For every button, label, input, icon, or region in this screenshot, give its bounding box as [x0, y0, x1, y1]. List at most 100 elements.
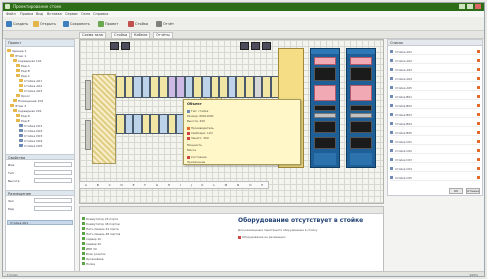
cabinet[interactable]	[193, 76, 202, 98]
rack-icon	[390, 59, 393, 62]
tab-hall-layout[interactable]: Схема зала	[79, 32, 106, 38]
tab-racks[interactable]: Стойки	[111, 32, 131, 38]
folder-icon	[7, 49, 11, 52]
cabinet[interactable]	[167, 114, 177, 134]
rack-front-view-1[interactable]	[310, 48, 340, 168]
tab-reports[interactable]: Отчёты	[153, 32, 173, 38]
rack-unit[interactable]	[350, 121, 372, 133]
cabinet[interactable]	[124, 114, 134, 134]
type-field[interactable]	[34, 170, 72, 175]
rack-list-item[interactable]: Стойка B05	[390, 130, 480, 136]
cancel-button[interactable]: Отмена	[466, 188, 480, 194]
height-field[interactable]	[34, 178, 72, 183]
cabinet[interactable]	[227, 76, 237, 98]
rack-unit[interactable]	[314, 67, 336, 81]
cabinet[interactable]	[141, 114, 151, 134]
cabinet[interactable]	[150, 76, 159, 98]
rack-list-item[interactable]: Стойка C05	[390, 175, 480, 181]
cabinet[interactable]	[133, 114, 142, 134]
rack-list-item[interactable]: Стойка C04	[390, 166, 480, 172]
menu-item-file[interactable]: Файл	[6, 12, 16, 16]
cabinet[interactable]	[150, 114, 159, 134]
row-field[interactable]	[34, 206, 72, 211]
rack-list-item[interactable]: Стойка C01	[390, 139, 480, 145]
error-icon	[187, 131, 190, 135]
cabinet[interactable]	[133, 76, 142, 98]
menu-item-help[interactable]: Справка	[93, 12, 108, 16]
ok-button[interactable]: OK	[449, 188, 463, 194]
cabinet[interactable]	[167, 76, 177, 98]
report-button[interactable]: Отчёт	[156, 19, 174, 28]
rack-list-item[interactable]: Стойка B04	[390, 121, 480, 127]
rack-unit[interactable]	[350, 137, 372, 149]
open-button[interactable]: Открыть	[33, 19, 56, 28]
menu-item-edit[interactable]: Правка	[20, 12, 33, 16]
name-field[interactable]	[34, 162, 72, 167]
menu-item-insert[interactable]: Вставка	[47, 12, 62, 16]
list-item[interactable]: Полка	[82, 261, 95, 266]
wall-element[interactable]	[85, 80, 91, 110]
wall-element[interactable]	[85, 120, 91, 150]
rack-unit[interactable]	[314, 113, 336, 118]
cabinet[interactable]	[262, 76, 271, 98]
cabinet[interactable]	[253, 76, 263, 98]
rack-list-item[interactable]: Стойка B01	[390, 94, 480, 100]
rack-row-a[interactable]	[116, 76, 288, 98]
rack-list-item[interactable]: Стойка C03	[390, 157, 480, 163]
cabinet[interactable]	[210, 76, 220, 98]
tree-item[interactable]: Стойка D05	[19, 143, 42, 148]
close-button[interactable]	[475, 4, 481, 9]
rack-unit[interactable]	[314, 153, 336, 165]
cabinet[interactable]	[201, 76, 211, 98]
cabinet[interactable]	[158, 76, 168, 98]
cabinet[interactable]	[176, 76, 185, 98]
rack-list-item[interactable]: Стойка A05	[390, 85, 480, 91]
restricted-zone[interactable]	[92, 74, 116, 164]
project-button[interactable]: Проект	[98, 19, 118, 28]
cabinet[interactable]	[116, 76, 125, 98]
cabinet[interactable]	[236, 76, 245, 98]
rack-unit[interactable]	[350, 57, 372, 65]
menu-item-window[interactable]: Окно	[81, 12, 90, 16]
cabinet[interactable]	[141, 76, 151, 98]
rack-unit[interactable]	[350, 67, 372, 81]
rack-front-view-2[interactable]	[346, 48, 376, 168]
cabinet[interactable]	[124, 76, 134, 98]
rack-unit[interactable]	[314, 85, 336, 101]
cabinet[interactable]	[158, 114, 168, 134]
cabinet[interactable]	[116, 114, 125, 134]
selected-object[interactable]: Стойка A01	[7, 220, 73, 225]
rack-button[interactable]: Стойка	[128, 19, 148, 28]
rack-unit[interactable]	[314, 137, 336, 149]
cabinet[interactable]	[184, 76, 194, 98]
rack-list-item[interactable]: Стойка C02	[390, 148, 480, 154]
cabinet[interactable]	[244, 76, 254, 98]
rack-list-item[interactable]: Стойка B03	[390, 112, 480, 118]
rack-list-item[interactable]: Стойка A02	[390, 58, 480, 64]
tab-cables[interactable]: Кабели	[131, 32, 151, 38]
new-button[interactable]: Создать	[6, 19, 28, 28]
maximize-button[interactable]	[467, 4, 473, 9]
rack-unit[interactable]	[350, 85, 372, 101]
save-button[interactable]: Сохранить	[63, 19, 90, 28]
rack-list-item[interactable]: Стойка A03	[390, 67, 480, 73]
cabinet[interactable]	[219, 76, 228, 98]
tray-block	[121, 42, 130, 50]
rack-unit[interactable]	[314, 105, 336, 111]
rack-unit[interactable]	[314, 57, 336, 65]
minimize-button[interactable]	[459, 4, 465, 9]
rack-unit[interactable]	[350, 153, 372, 165]
placement-section-header[interactable]: Размещение	[6, 190, 74, 196]
menu-item-tools[interactable]: Сервис	[65, 12, 78, 16]
status-icon	[477, 68, 480, 71]
rack-list-item[interactable]: Стойка B02	[390, 103, 480, 109]
rack-list-item[interactable]: Стойка A01	[390, 49, 480, 55]
folder-icon	[16, 64, 20, 67]
rack-unit[interactable]	[350, 105, 372, 111]
rack-unit[interactable]	[350, 113, 372, 118]
properties-section-header[interactable]: Свойства	[6, 154, 74, 160]
hall-field[interactable]	[34, 198, 72, 203]
rack-unit[interactable]	[314, 121, 336, 133]
rack-list-item[interactable]: Стойка A04	[390, 76, 480, 82]
menu-item-view[interactable]: Вид	[36, 12, 43, 16]
